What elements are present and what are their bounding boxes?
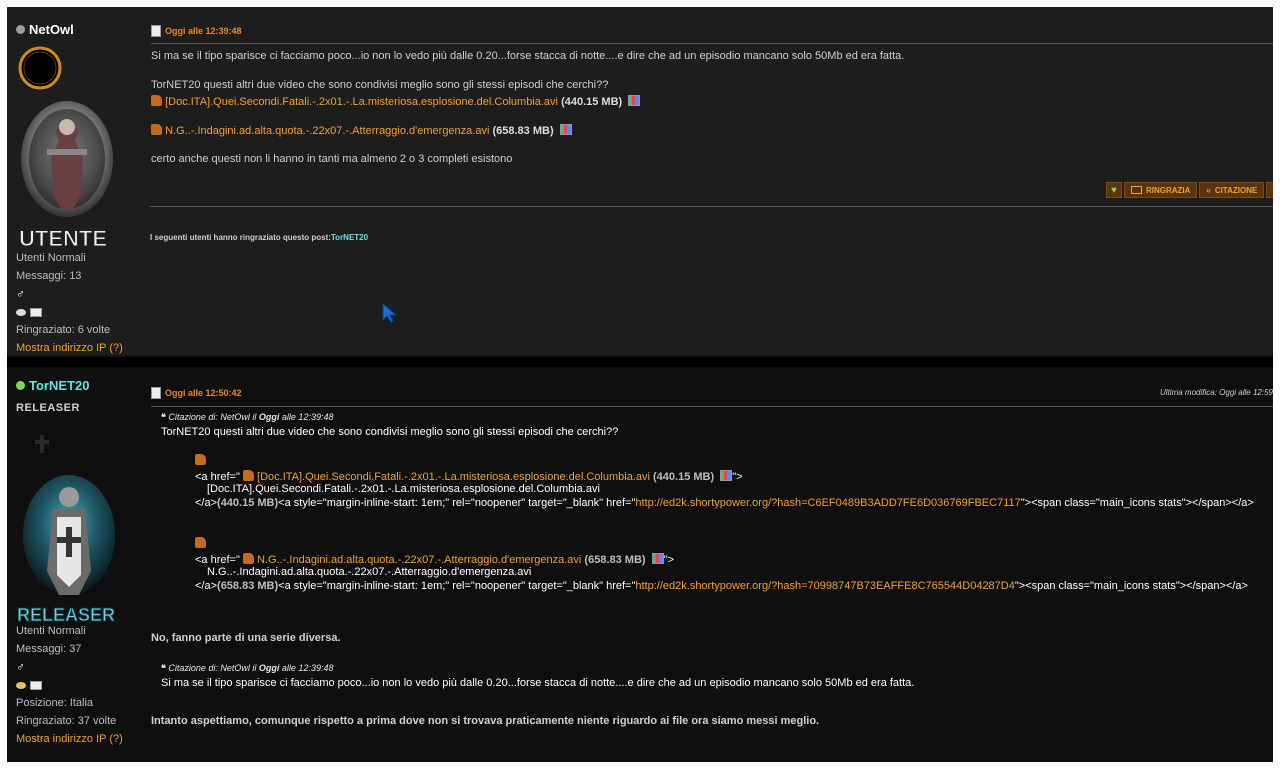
raw-html-block: <a href=" [Doc.ITA].Quei.Secondi.Fatali.… [195, 454, 1273, 592]
member-title: RELEASER [16, 402, 80, 414]
heart-icon: ♥ [1111, 184, 1117, 196]
emule-icon [242, 470, 254, 481]
thanked-count: Ringraziato: 6 volte [16, 324, 111, 336]
ed2k-file-link[interactable]: N.G..-.Indagini.ad.alta.quota.-.22x07.-.… [257, 554, 581, 566]
avatar[interactable] [19, 471, 119, 601]
post-text-line: Si ma se il tipo sparisce ci facciamo po… [151, 50, 905, 62]
show-ip-link[interactable]: Mostra indirizzo IP (?) [16, 730, 123, 748]
stats-icon[interactable] [651, 553, 664, 564]
quote-icon: « [1206, 185, 1211, 195]
poster-details: Utenti Normali Messaggi: 37 ♂ Posizione:… [16, 622, 123, 748]
avatar[interactable] [17, 97, 117, 227]
thanks-user-link[interactable]: TorNET20 [331, 233, 368, 242]
personal-message-icon[interactable] [16, 308, 26, 316]
eclipse-badge-icon [18, 46, 62, 90]
thank-icon [1130, 186, 1142, 194]
post: NetOwl UTENTE Utenti Normali Messaggi: 1… [7, 7, 1273, 355]
divider [150, 206, 1273, 207]
ed2k-link-row: [Doc.ITA].Quei.Secondi.Fatali.-.2x01.-.L… [151, 95, 1273, 108]
post-text-line: certo anche questi non li hanno in tanti… [151, 153, 513, 165]
emule-icon [151, 124, 162, 135]
stats-url-link[interactable]: http://ed2k.shortypower.org/?hash=C6EF04… [635, 497, 1020, 509]
member-group: Utenti Normali [16, 625, 86, 637]
emule-icon [195, 537, 206, 548]
male-gender-icon: ♂ [16, 287, 25, 301]
stats-icon[interactable] [628, 95, 641, 106]
quote-button[interactable]: « CITAZIONE [1199, 182, 1265, 198]
reply-text: Intanto aspettiamo, comunque rispetto a … [151, 715, 820, 727]
poster-name[interactable]: TorNET20 [16, 378, 89, 393]
post-separator [7, 357, 1273, 367]
ed2k-file-link[interactable]: [Doc.ITA].Quei.Secondi.Fatali.-.2x01.-.L… [257, 471, 650, 483]
quote-text: Si ma se il tipo sparisce ci facciamo po… [161, 677, 915, 689]
emule-icon [151, 95, 162, 106]
ed2k-link-row: N.G..-.Indagini.ad.alta.quota.-.22x07.-.… [151, 124, 1273, 137]
file-size: (440.15 MB) [653, 471, 715, 483]
rank-emblem-icon [35, 435, 49, 453]
quote-text: TorNET20 questi altri due video che sono… [161, 426, 619, 438]
offline-status-icon [16, 25, 25, 34]
quote-mark-icon: ❝ [161, 663, 166, 673]
email-icon[interactable] [30, 680, 42, 690]
emule-icon [242, 553, 254, 564]
divider [151, 43, 1273, 44]
quote-header[interactable]: ❝ Citazione di: NetOwl il Oggi alle 12:3… [161, 412, 1273, 423]
post-content: Oggi alle 12:39:48 Si ma se il tipo spar… [151, 25, 1273, 165]
file-size: (440.15 MB) [561, 96, 623, 108]
email-icon[interactable] [30, 307, 42, 317]
post-timestamp[interactable]: Oggi alle 12:39:48 [151, 25, 1273, 37]
post-content: Oggi alle 12:50:42 Ultima modifica: Oggi… [151, 387, 1273, 727]
like-button[interactable]: ♥ [1106, 182, 1122, 198]
forum-thread: NetOwl UTENTE Utenti Normali Messaggi: 1… [7, 7, 1273, 762]
quote-header[interactable]: ❝ Citazione di: NetOwl il Oggi alle 12:3… [161, 663, 1273, 674]
member-group: Utenti Normali [16, 252, 86, 264]
emule-icon [195, 454, 206, 465]
ed2k-file-link[interactable]: N.G..-.Indagini.ad.alta.quota.-.22x07.-.… [165, 125, 489, 137]
online-status-icon [16, 381, 25, 390]
file-name-text: N.G..-.Indagini.ad.alta.quota.-.22x07.-.… [207, 566, 532, 578]
stats-url-link[interactable]: http://ed2k.shortypower.org/?hash=709987… [635, 580, 1014, 592]
quote-mark-icon: ❝ [161, 412, 166, 422]
post-buttons: ♥ RINGRAZIA « CITAZIONE [1106, 182, 1273, 198]
male-gender-icon: ♂ [16, 660, 25, 674]
file-size: (658.83 MB) [584, 554, 646, 566]
poster-name[interactable]: NetOwl [16, 22, 74, 37]
poster-details: Utenti Normali Messaggi: 13 ♂ Ringraziat… [16, 249, 123, 357]
location: Posizione: Italia [16, 697, 94, 709]
file-size: (658.83 MB) [492, 125, 554, 137]
mouse-cursor-icon [382, 303, 398, 323]
reply-text: No, fanno parte di una serie diversa. [151, 632, 341, 644]
message-count: Messaggi: 13 [16, 270, 82, 282]
show-ip-link[interactable]: Mostra indirizzo IP (?) [16, 339, 123, 357]
last-edit: Ultima modifica: Oggi alle 12:59 [1160, 388, 1273, 397]
thanked-count: Ringraziato: 37 volte [16, 715, 117, 727]
post-text-line: TorNET20 questi altri due video che sono… [151, 79, 609, 91]
quote-block: ❝ Citazione di: NetOwl il Oggi alle 12:3… [161, 663, 1273, 689]
personal-message-icon[interactable] [16, 681, 26, 689]
post-document-icon [151, 25, 161, 37]
thanks-list: I seguenti utenti hanno ringraziato ques… [150, 233, 369, 242]
more-button[interactable] [1266, 182, 1273, 198]
divider [151, 406, 1273, 407]
svg-text:UTENTE: UTENTE [19, 226, 107, 251]
stats-icon[interactable] [720, 470, 733, 481]
ed2k-file-link[interactable]: [Doc.ITA].Quei.Secondi.Fatali.-.2x01.-.L… [165, 96, 558, 108]
file-name-text: [Doc.ITA].Quei.Secondi.Fatali.-.2x01.-.L… [207, 483, 600, 495]
post-document-icon [151, 387, 161, 399]
quote-block: ❝ Citazione di: NetOwl il Oggi alle 12:3… [161, 412, 1273, 592]
rank-badge-utente: UTENTE [19, 226, 108, 252]
stats-icon[interactable] [559, 124, 572, 135]
message-count: Messaggi: 37 [16, 643, 82, 655]
post: TorNET20 RELEASER RELEASER Utenti Normal… [7, 367, 1273, 762]
thank-button[interactable]: RINGRAZIA [1123, 182, 1198, 198]
post-timestamp[interactable]: Oggi alle 12:50:42 [151, 387, 1273, 399]
